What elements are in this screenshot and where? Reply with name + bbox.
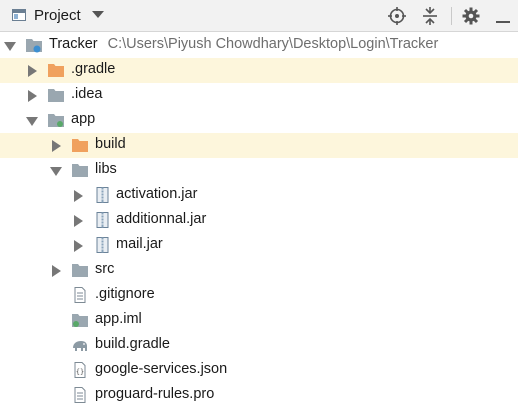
build-folder-label: build [95, 136, 126, 152]
project-tool-window-header: Project [0, 0, 518, 32]
module-file-icon [72, 314, 88, 327]
expand-arrow-icon[interactable] [28, 65, 37, 77]
src-folder-label: src [95, 261, 115, 277]
expand-arrow-icon[interactable] [26, 117, 38, 126]
tree-row-additionnal-jar[interactable]: additionnal.jar [0, 208, 518, 233]
expand-arrow-icon[interactable] [52, 140, 61, 152]
tree-row-google-services-json[interactable]: {} google-services.json [0, 358, 518, 383]
folder-icon [72, 164, 88, 177]
excluded-folder-icon [48, 64, 64, 77]
tree-row-proguard-rules[interactable]: proguard-rules.pro [0, 383, 518, 408]
jar-archive-icon [96, 212, 109, 228]
folder-icon [72, 264, 88, 277]
json-file-icon: {} [74, 362, 86, 378]
root-path: C:\Users\Piyush Chowdhary\Desktop\Login\… [107, 36, 439, 52]
jar-archive-icon [96, 237, 109, 253]
tree-row-build-gradle[interactable]: build.gradle [0, 333, 518, 358]
hide-icon[interactable] [493, 6, 513, 26]
proguard-rules-label: proguard-rules.pro [95, 386, 215, 402]
folder-icon [48, 89, 64, 102]
tree-row-idea[interactable]: .idea [0, 83, 518, 108]
text-file-icon [74, 287, 86, 303]
view-title[interactable]: Project [34, 7, 81, 24]
tree-row-app[interactable]: app [0, 108, 518, 133]
gradle-elephant-icon [73, 341, 87, 351]
module-folder-icon [48, 114, 64, 127]
activation-jar-label: activation.jar [116, 186, 198, 202]
tree-row-build[interactable]: build [0, 133, 518, 158]
project-view-icon [12, 9, 26, 21]
collapse-all-icon[interactable] [420, 6, 440, 26]
expand-arrow-icon[interactable] [28, 90, 37, 102]
expand-arrow-icon[interactable] [74, 215, 83, 227]
tree-row-mail-jar[interactable]: mail.jar [0, 233, 518, 258]
view-dropdown-chevron-icon[interactable] [92, 11, 104, 18]
tree-row-src[interactable]: src [0, 258, 518, 283]
mail-jar-label: mail.jar [116, 236, 163, 252]
text-file-icon [74, 387, 86, 403]
expand-arrow-icon[interactable] [52, 265, 61, 277]
build-gradle-label: build.gradle [95, 336, 170, 352]
tree-row-activation-jar[interactable]: activation.jar [0, 183, 518, 208]
libs-folder-label: libs [95, 161, 117, 177]
tree-row-tracker[interactable]: Tracker C:\Users\Piyush Chowdhary\Desktop… [0, 33, 518, 58]
expand-arrow-icon[interactable] [4, 42, 16, 51]
locate-icon[interactable] [387, 6, 407, 26]
gitignore-label: .gitignore [95, 286, 155, 302]
excluded-folder-icon [72, 139, 88, 152]
gradle-folder-label: .gradle [71, 61, 116, 77]
header-separator [451, 7, 452, 25]
root-label: Tracker [49, 36, 98, 52]
expand-arrow-icon[interactable] [74, 240, 83, 252]
settings-icon[interactable] [461, 6, 481, 26]
app-iml-label: app.iml [95, 311, 142, 327]
google-services-json-label: google-services.json [95, 361, 228, 377]
additionnal-jar-label: additionnal.jar [116, 211, 207, 227]
tree-row-gradle[interactable]: .gradle [0, 58, 518, 83]
expand-arrow-icon[interactable] [50, 167, 62, 176]
module-folder-icon [26, 39, 42, 53]
idea-folder-label: .idea [71, 86, 103, 102]
svg-text:{}: {} [76, 368, 84, 376]
jar-archive-icon [96, 187, 109, 203]
tree-row-app-iml[interactable]: app.iml [0, 308, 518, 333]
expand-arrow-icon[interactable] [74, 190, 83, 202]
app-module-label: app [71, 111, 96, 127]
tree-row-gitignore[interactable]: .gitignore [0, 283, 518, 308]
tree-row-libs[interactable]: libs [0, 158, 518, 183]
